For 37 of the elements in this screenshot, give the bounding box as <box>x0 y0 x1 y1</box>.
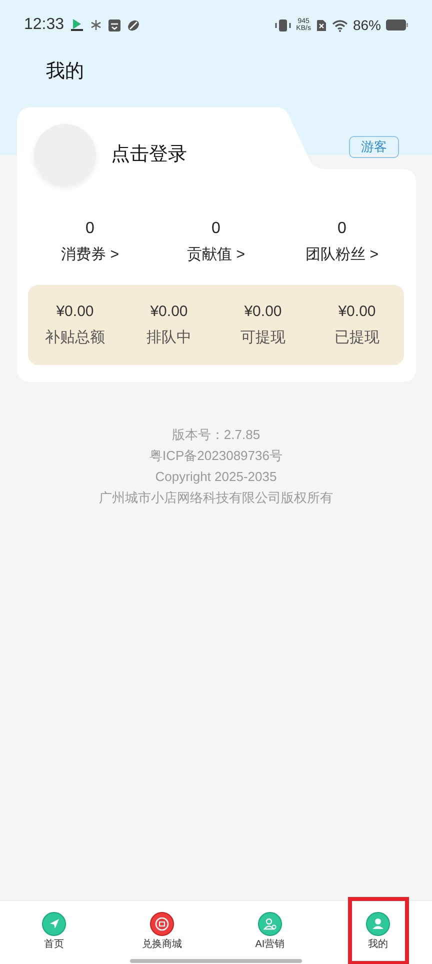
login-link[interactable]: 点击登录 <box>111 140 187 170</box>
footer-text: Copyright 2025-2035 <box>155 468 277 486</box>
guest-badge: 游客 <box>349 136 399 158</box>
tab-item[interactable]: AI营销 <box>240 897 300 964</box>
amount-value: ¥0.00 <box>338 302 376 322</box>
stat-value: 0 <box>86 219 94 239</box>
stat-value: 0 <box>338 219 346 239</box>
inbox-icon <box>108 18 122 32</box>
stat-link[interactable]: 消费券 > <box>61 245 119 265</box>
asterisk-icon <box>90 19 102 31</box>
user-icon <box>366 912 390 936</box>
amount-label: 补贴总额 <box>45 328 105 348</box>
amount-value: ¥0.00 <box>56 302 94 322</box>
vibrate-icon <box>275 18 292 32</box>
stat-link[interactable]: 团队粉丝 > <box>306 245 378 265</box>
status-time: 12:33 <box>24 15 64 35</box>
amount-label: 排队中 <box>146 328 192 348</box>
footer-text: 版本号：2.7.85 <box>172 426 260 444</box>
app-icon <box>70 18 84 32</box>
user-group-icon <box>258 912 282 936</box>
battery-icon <box>386 19 408 31</box>
tab-item[interactable]: 首页 <box>24 897 84 964</box>
amount-label: 已提现 <box>334 328 380 348</box>
amount-value: ¥0.00 <box>150 302 188 322</box>
page-title: 我的 <box>46 60 84 84</box>
stat-value: 0 <box>212 219 220 239</box>
stat-link[interactable]: 贡献值 > <box>187 245 245 265</box>
footer-text: 广州城市小店网络科技有限公司版权所有 <box>99 489 333 507</box>
amount-value: ¥0.00 <box>244 302 282 322</box>
battery-percent: 86% <box>352 16 381 34</box>
footer-text: 粤ICP备2023089736号 <box>150 447 282 465</box>
store-icon <box>150 912 174 936</box>
wifi-icon <box>332 18 348 32</box>
leaf-icon <box>127 18 140 32</box>
amount-label: 可提现 <box>240 328 286 348</box>
tab-item[interactable]: 我的 <box>348 897 408 964</box>
navigation-icon <box>42 912 66 936</box>
